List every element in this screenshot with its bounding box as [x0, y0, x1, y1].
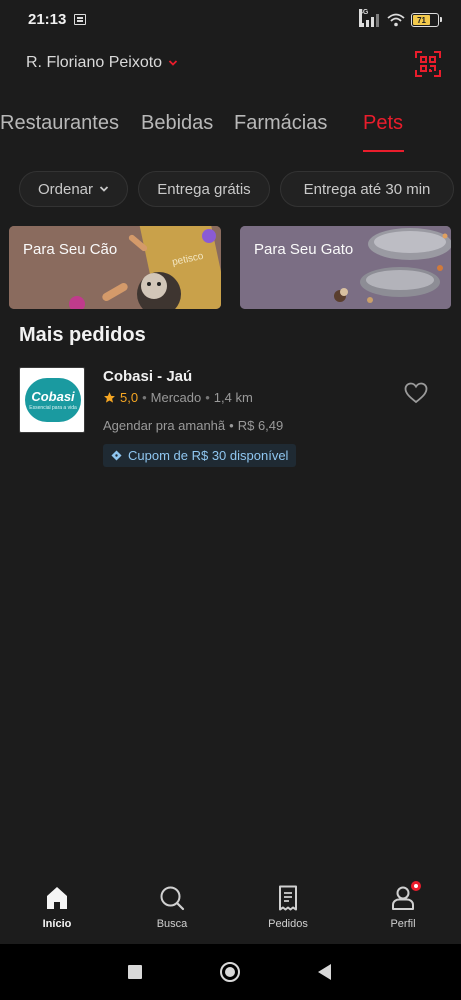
separator-dot: • — [142, 390, 147, 405]
section-title: Mais pedidos — [19, 324, 146, 346]
coupon-text: Cupom de R$ 30 disponível — [128, 448, 289, 463]
nav-busca[interactable]: Busca — [132, 884, 212, 930]
nav-perfil[interactable]: Perfil — [363, 879, 443, 930]
bottom-navigation: Início Busca Pedidos Perfil — [0, 874, 461, 944]
battery-level: 71 — [413, 15, 431, 25]
store-logo: Cobasi Essencial para a vida — [19, 367, 85, 433]
tab-bebidas[interactable]: Bebidas — [141, 112, 213, 135]
banner-cats[interactable]: Para Seu Gato — [240, 226, 451, 309]
store-rating: 5,0 — [120, 390, 139, 405]
home-button-icon[interactable] — [220, 962, 240, 982]
separator-dot: • — [229, 418, 234, 433]
cat-banner-illustration — [240, 226, 451, 309]
category-tabs: Restaurantes Bebidas Farmácias Pets — [0, 108, 461, 154]
chevron-down-icon — [168, 60, 178, 66]
tab-farmacias[interactable]: Farmácias — [234, 112, 327, 135]
banner-dogs[interactable]: petisco Para Seu Cão — [9, 226, 221, 309]
chevron-down-icon — [99, 186, 109, 192]
nav-inicio[interactable]: Início — [17, 884, 97, 930]
store-category: Mercado — [150, 390, 202, 405]
coupon-badge: Cupom de R$ 30 disponível — [103, 444, 297, 467]
store-card[interactable]: Cobasi Essencial para a vida Cobasi - Ja… — [19, 366, 449, 472]
sort-chip-label: Ordenar — [37, 180, 94, 198]
store-meta: 5,0 • Mercado • 1,4 km — [103, 390, 253, 405]
banner-cats-label: Para Seu Gato — [254, 241, 354, 258]
active-tab-indicator — [363, 150, 404, 152]
delivery-time-chip-label: Entrega até 30 min — [303, 180, 431, 198]
status-bar: 21:13 4G 71 — [0, 0, 461, 40]
store-distance: 1,4 km — [213, 390, 253, 405]
nav-pedidos-label: Pedidos — [268, 918, 308, 930]
nav-busca-label: Busca — [156, 918, 188, 930]
profile-icon — [389, 879, 423, 912]
delivery-time-chip[interactable]: Entrega até 30 min — [280, 171, 454, 207]
nav-inicio-label: Início — [42, 918, 72, 930]
dog-banner-illustration — [9, 226, 221, 309]
coupon-tag-icon — [111, 450, 122, 461]
system-navigation-bar — [0, 944, 461, 1000]
store-delivery-fee: R$ 6,49 — [237, 418, 284, 433]
signal-icon: 4G — [359, 9, 381, 27]
store-delivery-info: Agendar pra amanhã • R$ 6,49 — [103, 418, 283, 433]
free-delivery-chip-label: Entrega grátis — [157, 180, 251, 198]
notification-badge — [409, 879, 423, 893]
favorite-heart-icon[interactable] — [404, 382, 428, 404]
wifi-icon — [387, 13, 405, 27]
home-icon — [47, 887, 67, 909]
recent-apps-icon[interactable] — [128, 965, 142, 979]
nav-perfil-label: Perfil — [390, 918, 416, 930]
star-icon — [104, 392, 115, 403]
sort-chip[interactable]: Ordenar — [19, 171, 128, 207]
status-time: 21:13 — [28, 11, 67, 28]
address-label: R. Floriano Peixoto — [26, 54, 163, 71]
status-icons: 4G 71 — [359, 9, 442, 29]
free-delivery-chip[interactable]: Entrega grátis — [138, 171, 270, 207]
tab-restaurantes[interactable]: Restaurantes — [0, 112, 119, 135]
tab-pets[interactable]: Pets — [363, 112, 403, 135]
nav-pedidos[interactable]: Pedidos — [248, 884, 328, 930]
qr-scan-icon[interactable] — [414, 50, 442, 78]
store-schedule: Agendar pra amanhã — [103, 418, 226, 433]
message-notification-icon — [74, 14, 86, 25]
orders-icon — [279, 885, 297, 911]
back-icon[interactable] — [318, 964, 331, 980]
address-selector[interactable]: R. Floriano Peixoto — [26, 54, 178, 72]
store-name: Cobasi - Jaú — [103, 368, 193, 385]
search-icon — [160, 886, 185, 911]
store-logo-tagline: Essencial para a vida — [29, 405, 77, 411]
store-logo-brand: Cobasi — [31, 389, 75, 404]
separator-dot: • — [205, 390, 210, 405]
battery-icon: 71 — [411, 13, 442, 27]
banner-dogs-label: Para Seu Cão — [23, 241, 118, 258]
